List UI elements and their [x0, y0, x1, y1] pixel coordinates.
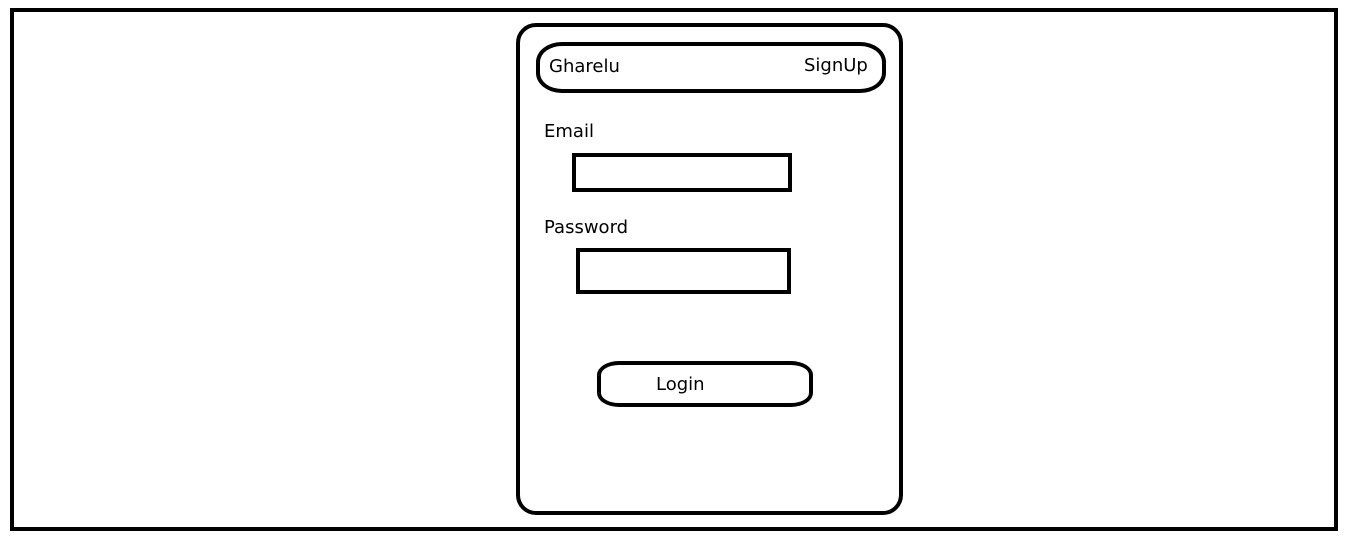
login-button-label: Login — [656, 374, 705, 395]
email-label: Email — [544, 121, 594, 142]
password-label: Password — [544, 217, 629, 238]
login-button[interactable]: Login — [597, 361, 813, 407]
password-field[interactable] — [576, 248, 791, 294]
brand-name: Gharelu — [549, 56, 620, 77]
signup-link[interactable]: SignUp — [804, 55, 868, 77]
email-field[interactable] — [572, 153, 792, 192]
